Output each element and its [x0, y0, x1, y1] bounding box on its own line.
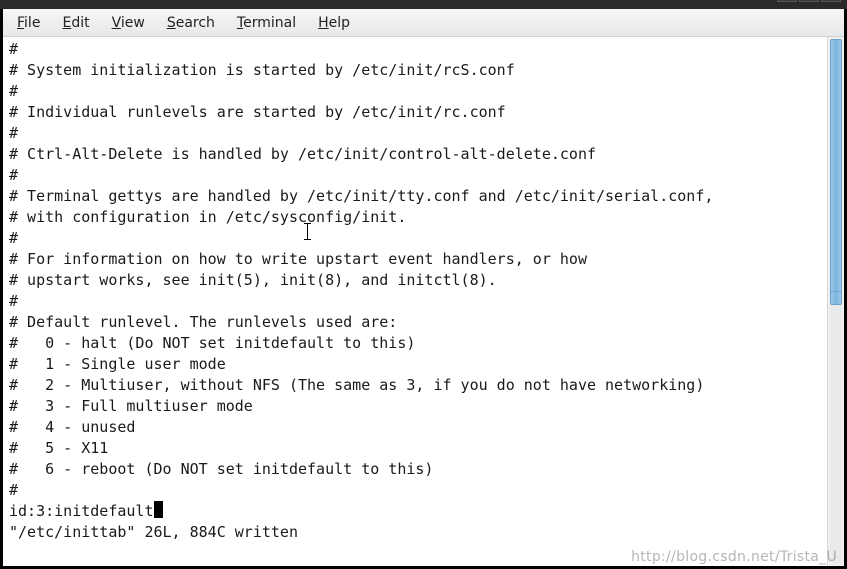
window-close-button[interactable]: × [821, 0, 841, 2]
menubar: File Edit View Search Terminal Help [3, 9, 844, 37]
scrollbar-thumb[interactable] [830, 39, 842, 304]
menu-label: Help [318, 15, 350, 31]
menu-search[interactable]: Search [157, 11, 225, 35]
menu-label: Edit [62, 15, 89, 31]
menu-view[interactable]: View [102, 11, 155, 35]
scrollbar-thumb-grip[interactable] [830, 291, 842, 305]
window-titlebar: root@localhost:~/Desktop – □ × [0, 0, 847, 9]
menu-label: Terminal [237, 15, 296, 31]
menu-label: File [17, 15, 40, 31]
terminal-window: File Edit View Search Terminal Help # # … [0, 9, 847, 569]
menu-label: Search [167, 15, 215, 31]
menu-label: View [112, 15, 145, 31]
window-minimize-button[interactable]: – [777, 0, 797, 2]
terminal-scrollbar[interactable] [827, 37, 844, 566]
terminal-output[interactable]: # # System initialization is started by … [3, 37, 827, 566]
window-controls: – □ × [777, 0, 841, 2]
menu-terminal[interactable]: Terminal [227, 11, 306, 35]
window-maximize-button[interactable]: □ [799, 0, 819, 2]
menu-help[interactable]: Help [308, 11, 360, 35]
menu-file[interactable]: File [7, 11, 50, 35]
terminal-cursor [154, 501, 163, 518]
terminal-body: # # System initialization is started by … [3, 37, 844, 566]
menu-edit[interactable]: Edit [52, 11, 99, 35]
